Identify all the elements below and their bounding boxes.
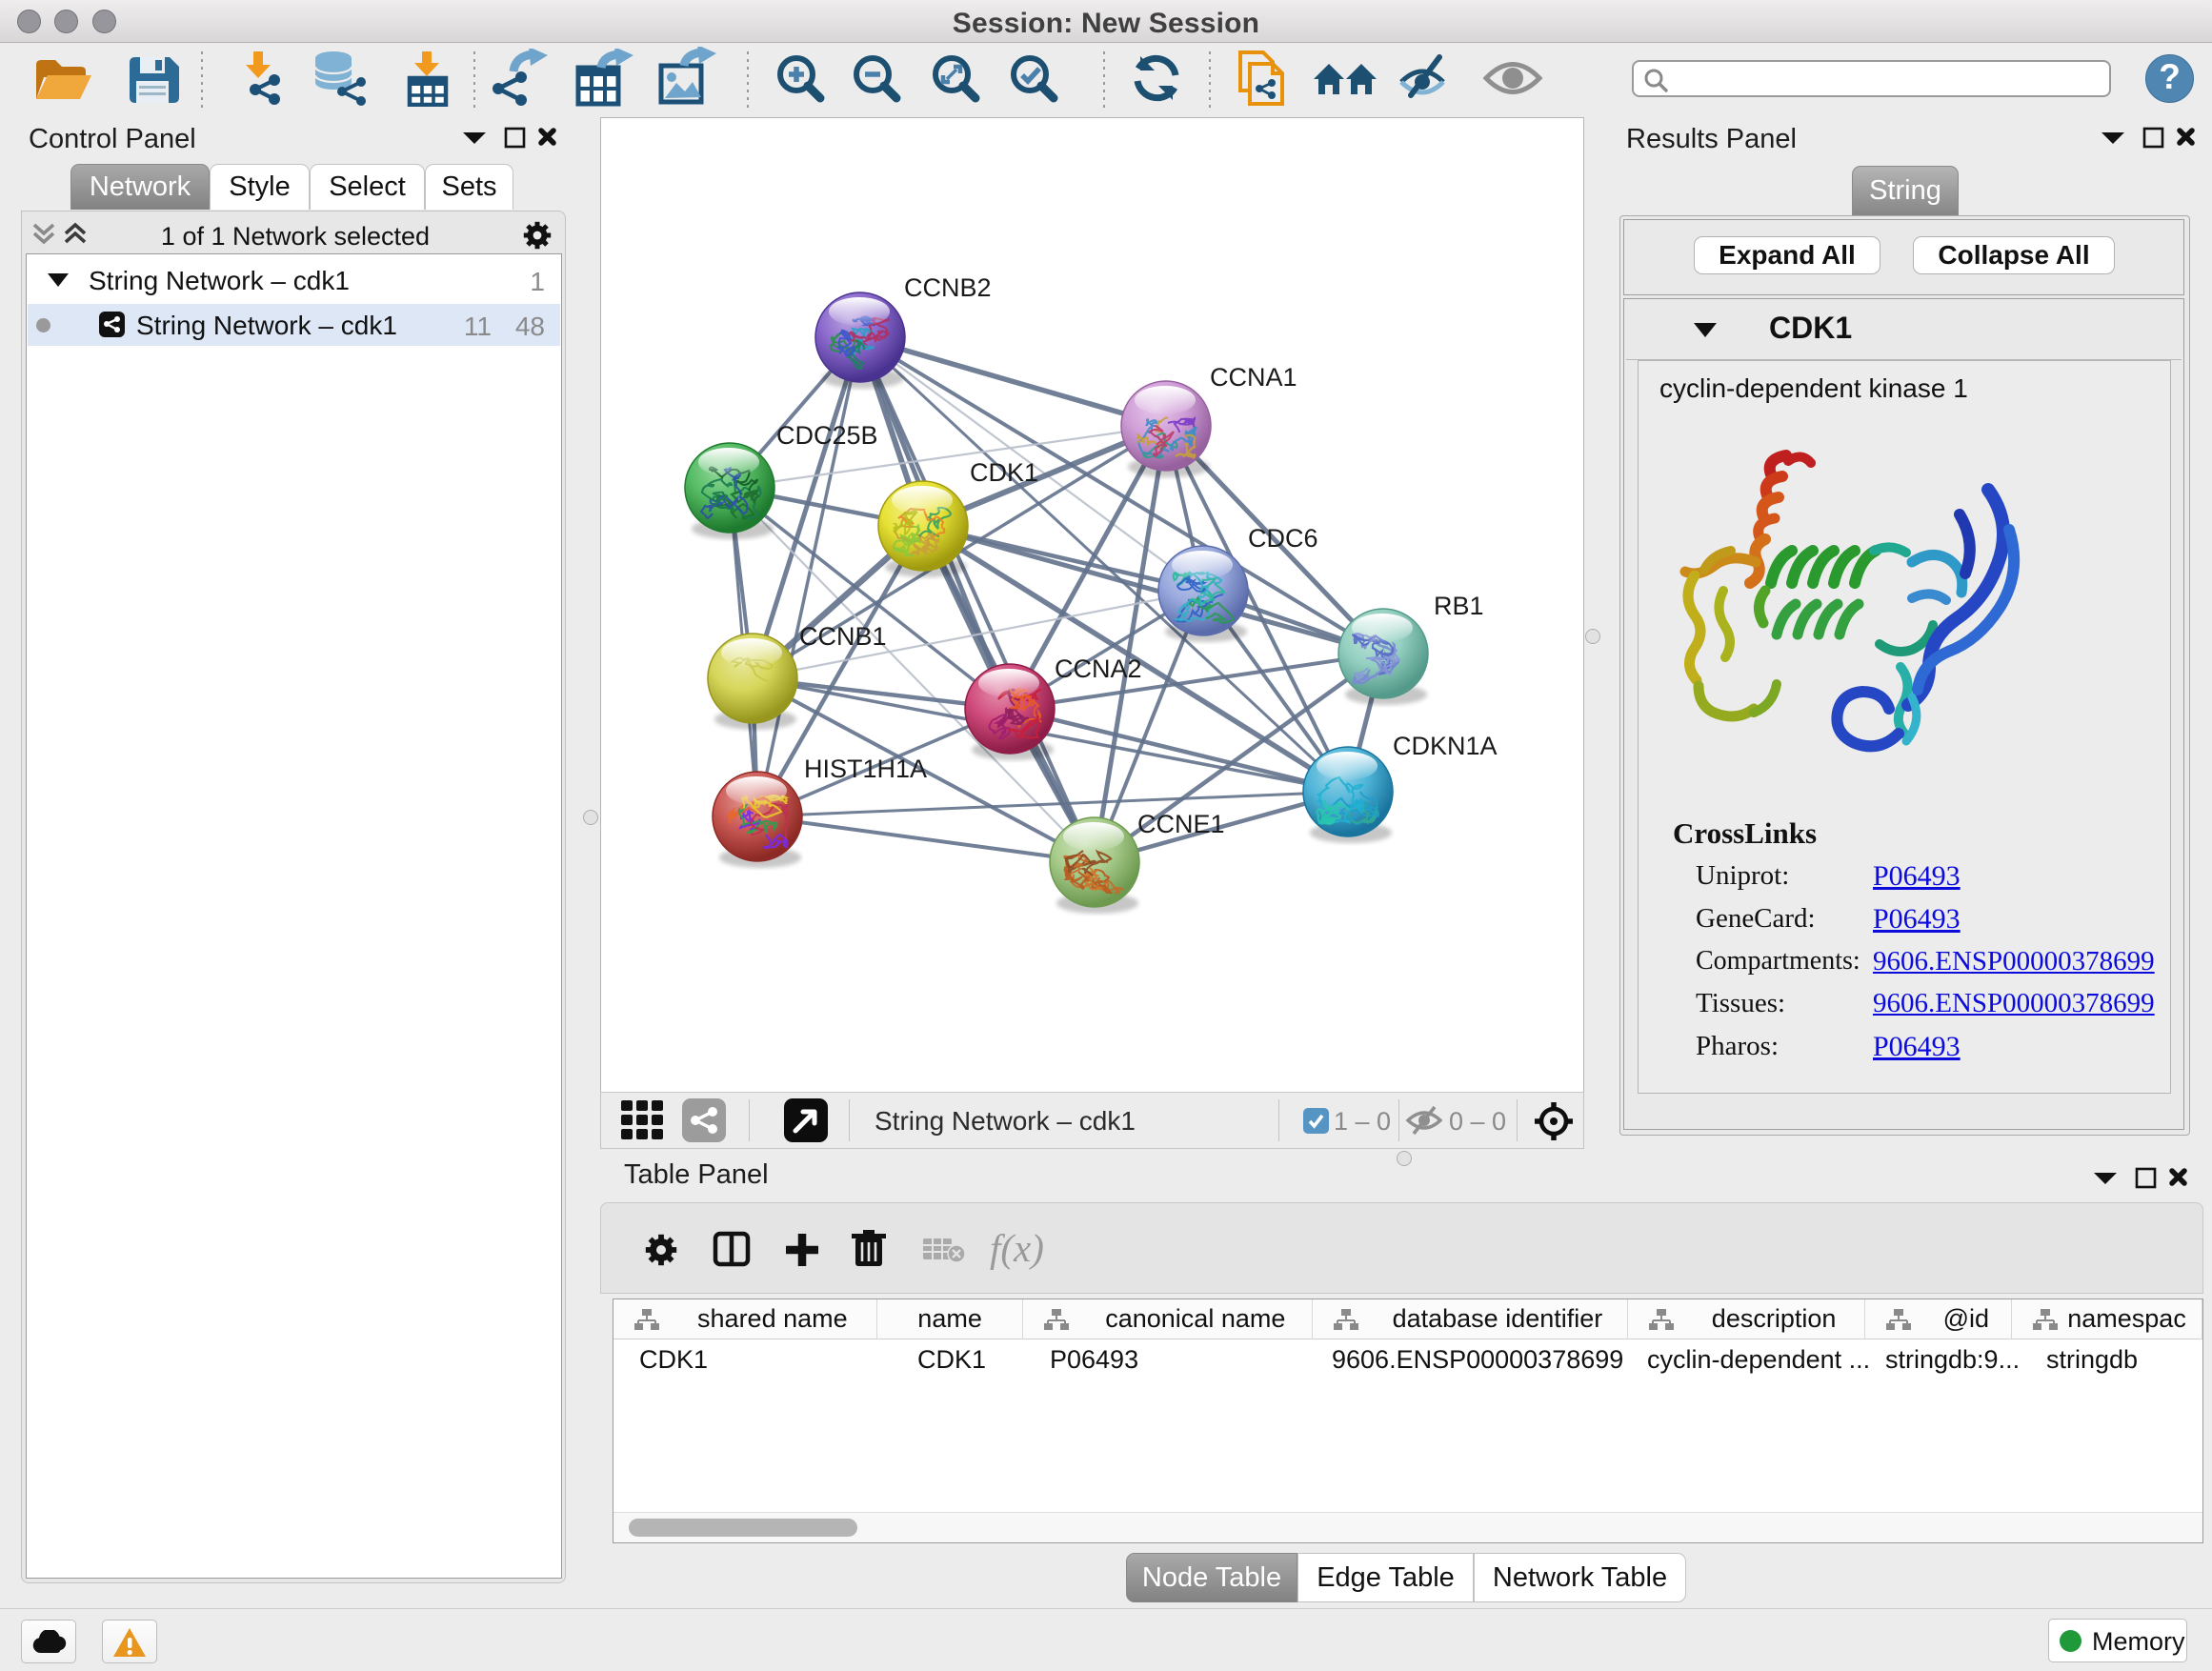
svg-text:CDK1: CDK1: [970, 458, 1038, 487]
svg-text:HIST1H1A: HIST1H1A: [804, 755, 927, 783]
svg-text:CCNE1: CCNE1: [1137, 810, 1225, 838]
svg-text:CCNA1: CCNA1: [1210, 363, 1297, 392]
svg-text:CDKN1A: CDKN1A: [1393, 732, 1498, 760]
svg-text:CDC25B: CDC25B: [776, 421, 878, 450]
svg-text:CDC6: CDC6: [1248, 524, 1318, 553]
svg-text:CCNB1: CCNB1: [799, 622, 887, 651]
svg-text:RB1: RB1: [1434, 592, 1484, 620]
svg-text:CCNA2: CCNA2: [1055, 654, 1142, 683]
svg-text:CCNB2: CCNB2: [904, 273, 992, 302]
